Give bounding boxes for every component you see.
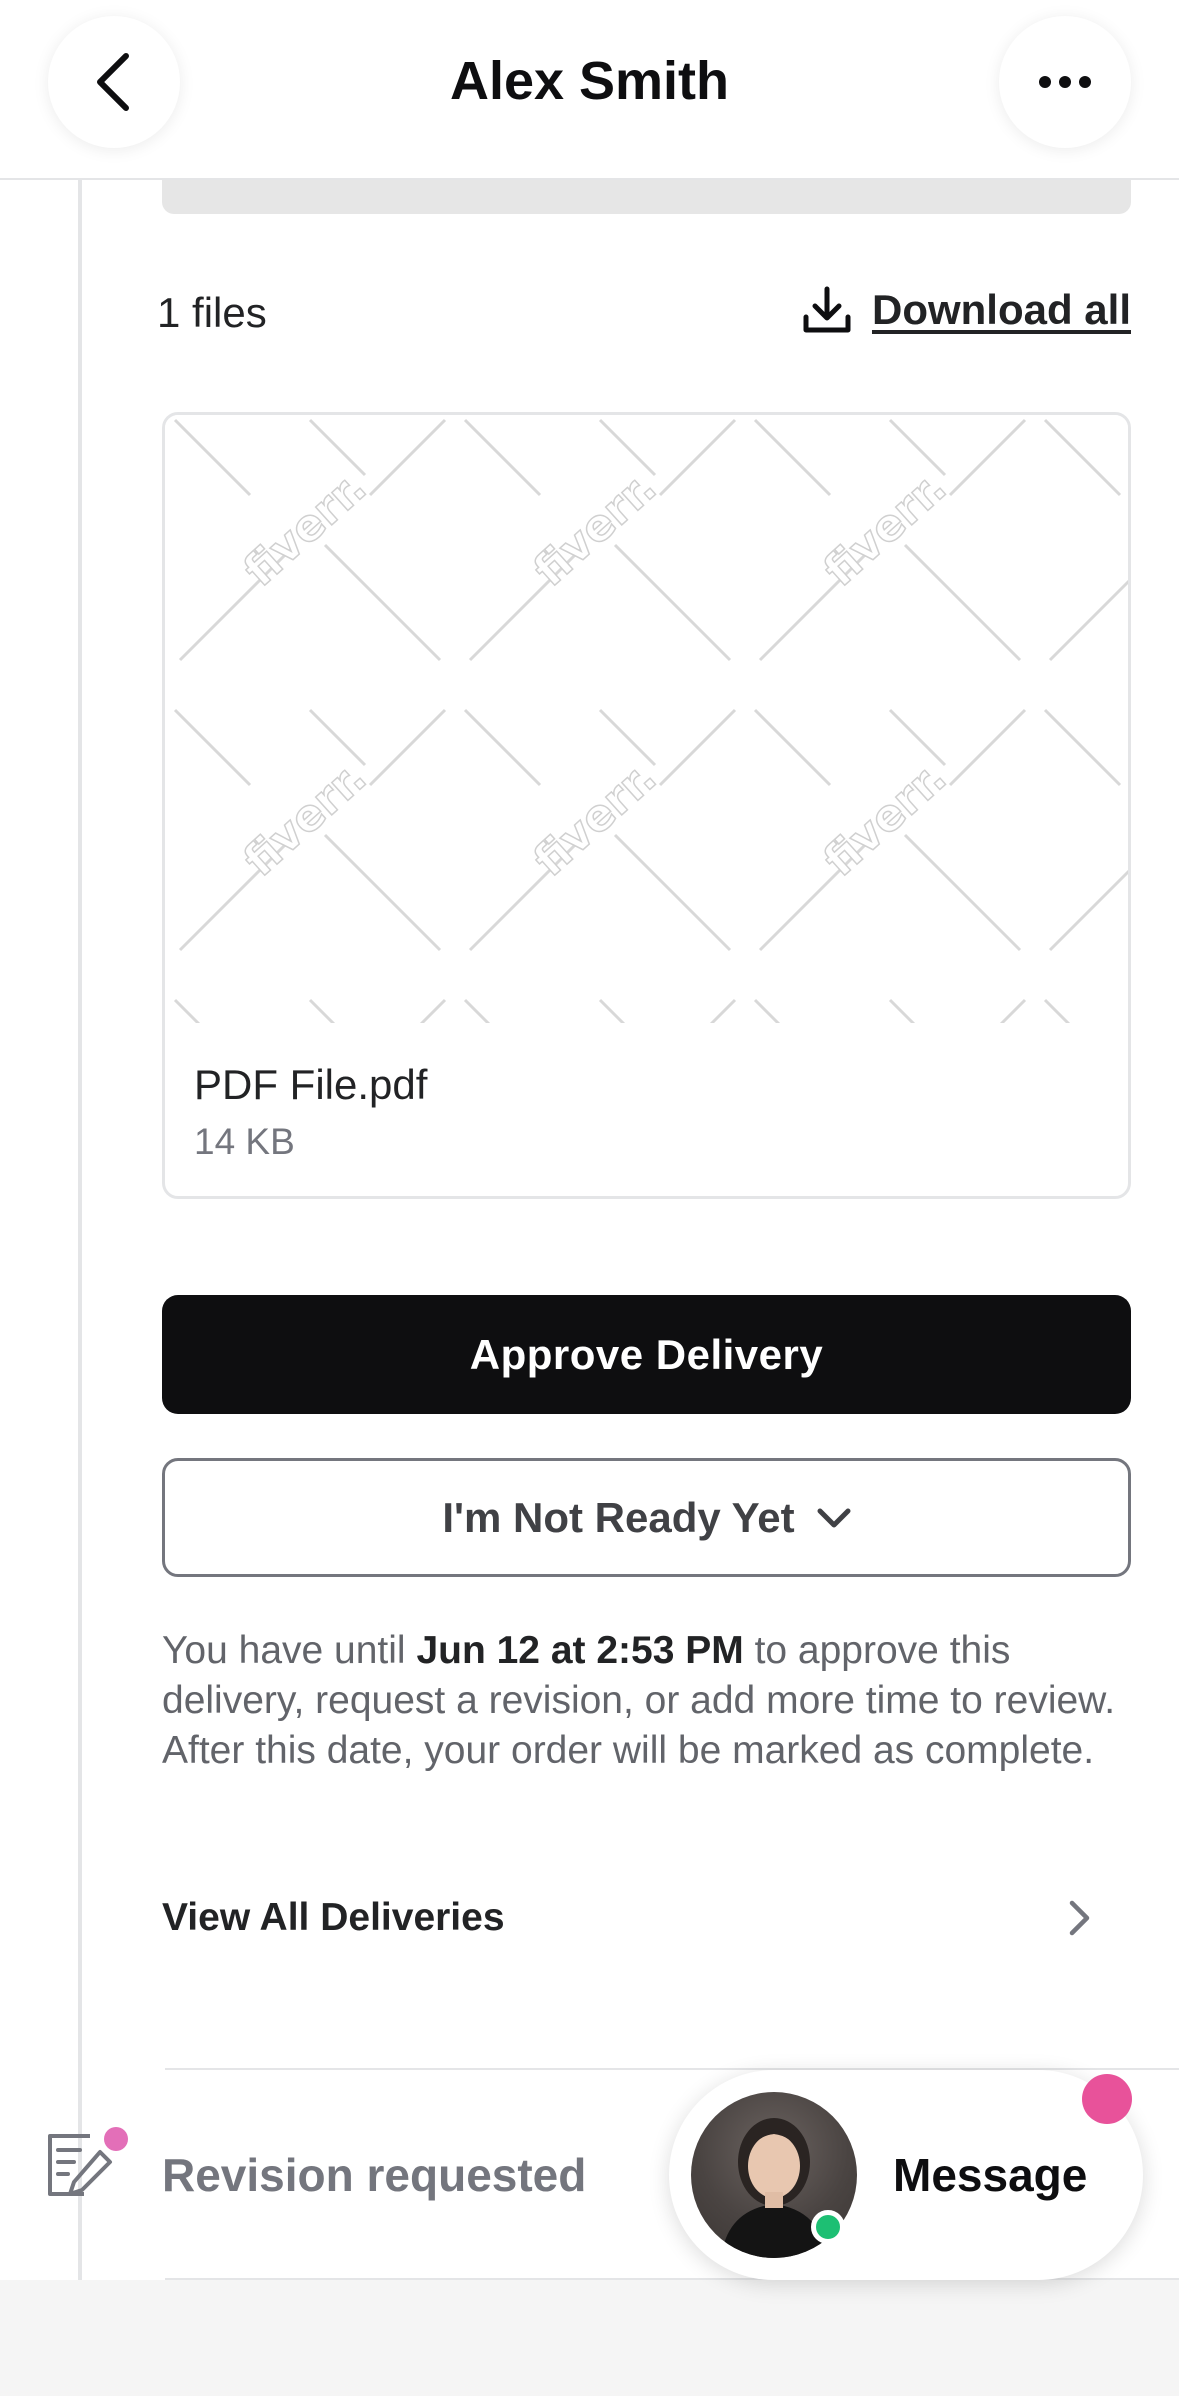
unread-notification-dot	[1082, 2074, 1132, 2124]
download-icon	[803, 286, 851, 333]
revision-requested-label: Revision requested	[162, 2149, 587, 2201]
files-count: 1 files	[157, 289, 267, 336]
file-preview-thumbnail: fiverr. fiverr. fiverr. fiverr. fiverr. …	[165, 415, 1128, 1023]
timeline-line	[78, 180, 82, 2300]
notification-dot	[104, 2127, 128, 2151]
files-header: 1 files Download all	[157, 285, 1131, 345]
chevron-down-icon	[817, 1508, 851, 1527]
file-size: 14 KB	[194, 1121, 295, 1162]
view-all-deliveries-link[interactable]: View All Deliveries	[162, 1880, 1092, 1956]
top-navigation-bar: Alex Smith	[0, 0, 1179, 180]
chevron-right-icon	[1069, 1900, 1090, 1936]
watermark-pattern: fiverr. fiverr. fiverr. fiverr. fiverr. …	[165, 415, 1128, 1023]
more-options-button[interactable]	[999, 16, 1131, 148]
approval-deadline-text: You have until Jun 12 at 2:53 PM to appr…	[162, 1626, 1142, 1776]
download-all-label: Download all	[871, 286, 1131, 333]
not-ready-yet-button[interactable]: I'm Not Ready Yet	[162, 1458, 1131, 1577]
deadline-date: Jun 12 at 2:53 PM	[416, 1629, 744, 1672]
online-status-indicator	[811, 2210, 845, 2244]
more-horizontal-icon	[1039, 76, 1091, 88]
not-ready-yet-label: I'm Not Ready Yet	[442, 1493, 795, 1541]
message-label: Message	[893, 2149, 1088, 2201]
approve-delivery-button[interactable]: Approve Delivery	[162, 1295, 1131, 1414]
approve-delivery-label: Approve Delivery	[469, 1330, 824, 1378]
file-name: PDF File.pdf	[194, 1061, 428, 1108]
message-button[interactable]: Message	[669, 2070, 1143, 2280]
bottom-background	[0, 2280, 1179, 2396]
download-all-button[interactable]: Download all	[802, 285, 1131, 335]
file-card[interactable]: fiverr. fiverr. fiverr. fiverr. fiverr. …	[162, 412, 1131, 1199]
deadline-prefix: You have until	[162, 1629, 417, 1672]
previous-preview-strip	[162, 180, 1131, 214]
view-all-deliveries-label: View All Deliveries	[162, 1896, 505, 1939]
